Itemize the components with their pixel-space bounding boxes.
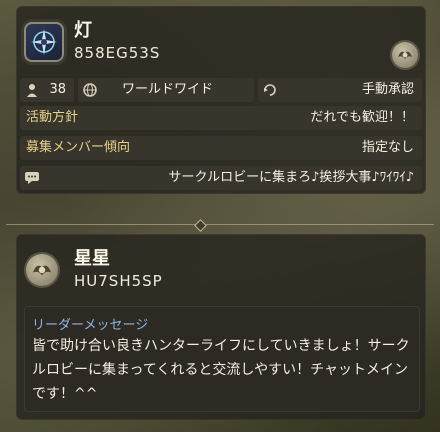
- region-value: ワールドワイド: [122, 82, 214, 97]
- policy-value: だれでも歓迎！！: [310, 110, 414, 125]
- circle-name: 灯: [74, 20, 92, 41]
- compass-star-icon: [24, 22, 64, 62]
- recruit-label: 募集メンバー傾向: [26, 140, 131, 155]
- policy-row: 活動方針 だれでも歓迎！！: [20, 106, 422, 130]
- recruit-value: 指定なし: [361, 140, 414, 155]
- approval-row: 手動承認: [258, 78, 422, 102]
- leader-message-text: 皆で助け合い良きハンターライフにしていきましょ！サークルロビーに集まってくれると…: [32, 338, 410, 402]
- section-divider: [0, 219, 440, 232]
- leader-name: 星星: [74, 248, 110, 269]
- leader-code: HU7SH5SP: [74, 272, 163, 290]
- policy-label: 活動方針: [26, 110, 79, 125]
- wing-badge-icon: [26, 254, 58, 286]
- leader-header: 星星 HU7SH5SP: [16, 234, 426, 298]
- wing-badge-icon: [392, 42, 418, 68]
- recruit-row: 募集メンバー傾向 指定なし: [20, 136, 422, 160]
- leader-message-title: リーダーメッセージ: [32, 318, 149, 333]
- leader-message-box: リーダーメッセージ 皆で助け合い良きハンターライフにしていきましょ！サークルロビ…: [24, 306, 420, 412]
- approval-icon: [264, 84, 276, 96]
- circle-header: 灯 858EG53S: [16, 6, 426, 70]
- comment-row: サークルロビーに集まろ♪挨拶大事♪ﾜｲﾜｲ♪: [20, 166, 422, 190]
- circle-code: 858EG53S: [74, 44, 161, 62]
- globe-icon: [83, 83, 97, 97]
- region-row: ワールドワイド: [78, 78, 254, 102]
- member-count-row: 38: [20, 78, 74, 102]
- member-count-icon: [27, 84, 37, 97]
- leader-card: 星星 HU7SH5SP リーダーメッセージ 皆で助け合い良きハンターライフにして…: [16, 234, 426, 420]
- circle-card: 灯 858EG53S 38 ワールドワイド 手動承認 活動方針 だれでも歓迎！！…: [16, 6, 426, 194]
- chat-icon: [25, 172, 39, 184]
- approval-value: 手動承認: [361, 82, 414, 97]
- comment-value: サークルロビーに集まろ♪挨拶大事♪ﾜｲﾜｲ♪: [168, 170, 415, 185]
- member-count: 38: [49, 82, 66, 97]
